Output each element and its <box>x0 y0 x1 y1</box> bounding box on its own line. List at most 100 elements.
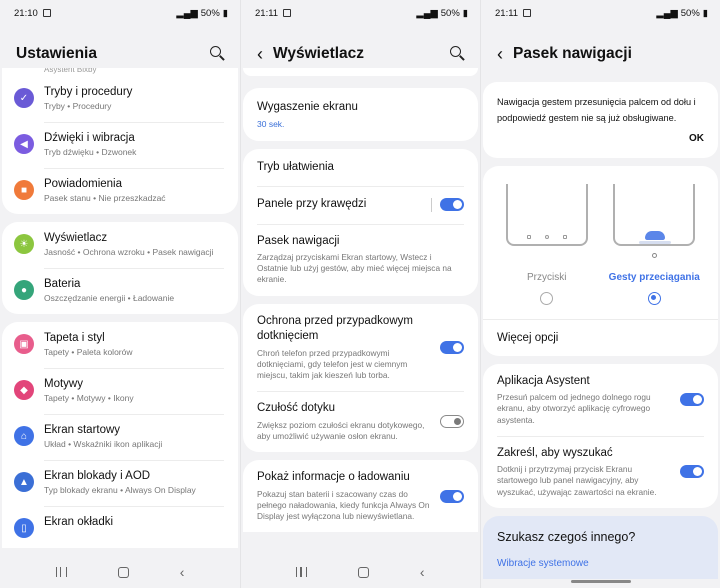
settings-item[interactable]: ◆ Motywy Tapety • Motywy • Ikony <box>2 368 238 414</box>
edge-panels-item[interactable]: Panele przy krawędzi <box>243 186 478 224</box>
gestures-preview[interactable] <box>613 183 696 258</box>
home-button[interactable] <box>358 566 370 578</box>
settings-item[interactable]: ▯ Ekran okładki <box>2 506 238 548</box>
battery-icon: ▮ <box>702 7 708 19</box>
more-options-item[interactable]: Więcej opcji <box>483 318 718 356</box>
battery-level: 50% <box>680 7 700 19</box>
item-title: Motywy <box>44 378 83 391</box>
battery-level: 50% <box>440 7 460 19</box>
assistant-app-toggle[interactable] <box>680 393 704 407</box>
status-bar: 21:10 ▂▄▆ 50% ▮ <box>0 0 240 26</box>
item-subtitle: Tryby • Procedury <box>44 101 112 111</box>
circle-to-search-item[interactable]: Zakreśl, aby wyszukać Dotknij i przytrzy… <box>483 435 718 508</box>
back-button[interactable]: ‹ <box>420 564 425 580</box>
display-group-4: Pokaż informacje o ładowaniu Pokazuj sta… <box>243 460 478 533</box>
item-subtitle: Pasek stanu • Nie przeszkadzać <box>44 193 166 204</box>
settings-group-2: ☀ Wyświetlacz Jasność • Ochrona wzroku • P… <box>2 222 238 315</box>
status-bar: 21:11 ▂▄▆ 50% ▮ <box>481 0 720 26</box>
signal-icon: ▂▄▆ <box>416 7 438 19</box>
battery-icon: ▮ <box>222 7 228 19</box>
nav-type-card: Przyciski Gesty przeciągania Więcej opcj… <box>483 165 718 356</box>
battery-icon: ● <box>14 280 34 301</box>
navigation-bar: ‹ <box>241 556 480 588</box>
touch-sensitivity-item[interactable]: Czułość dotyku Zwiększ poziom czułości e… <box>243 391 478 452</box>
home-icon <box>544 234 549 239</box>
signal-icon: ▂▄▆ <box>656 7 678 19</box>
divider <box>431 197 432 212</box>
gestures-radio[interactable] <box>647 291 661 305</box>
settings-item[interactable]: ■ Powiadomienia Pasek stanu • Nie przeszka… <box>2 168 238 214</box>
status-bar: 21:11 ▂▄▆ 50% ▮ <box>241 0 480 26</box>
display-group-3: Ochrona przed przypadkowym dotknięciem C… <box>243 303 478 453</box>
accidental-touch-item[interactable]: Ochrona przed przypadkowym dotknięciem C… <box>243 304 478 392</box>
search-icon <box>450 46 461 57</box>
circle-to-search-toggle[interactable] <box>680 465 704 479</box>
back-icon <box>562 234 567 239</box>
buttons-option[interactable]: Przyciski <box>497 272 597 305</box>
notice-text: Nawigacja gestem przesunięcia palcem od … <box>497 97 696 124</box>
charging-info-toggle[interactable] <box>440 489 464 503</box>
buttons-radio[interactable] <box>540 291 554 305</box>
recents-button[interactable] <box>55 567 67 577</box>
back-arrow-icon[interactable]: ‹ <box>257 44 263 65</box>
page-dot-icon <box>652 252 658 258</box>
item-title: Ekran blokady i AOD <box>44 470 151 483</box>
clipped-item: Asystent Bixby <box>44 68 97 74</box>
display-group-timeout: Wygaszenie ekranu 30 sek. <box>243 88 478 141</box>
settings-item[interactable]: ▲ Ekran blokady i AOD Typ blokady ekranu •… <box>2 460 238 506</box>
buttons-preview[interactable] <box>505 183 588 246</box>
item-title: Tapeta i styl <box>44 332 105 345</box>
gestures-option[interactable]: Gesty przeciągania <box>604 272 704 305</box>
home-button[interactable] <box>117 566 129 578</box>
recents-button[interactable] <box>296 567 308 577</box>
gesture-features-card: Aplikacja Asystent Przesuń palcem od jed… <box>483 363 718 508</box>
edge-panels-toggle[interactable] <box>440 198 464 212</box>
item-title: Zakreśl, aby wyszukać <box>497 446 613 459</box>
page-title: Pasek nawigacji <box>513 45 632 62</box>
item-title: Pasek nawigacji <box>257 234 340 247</box>
notifications-icon: ■ <box>14 180 34 201</box>
battery-icon: ▮ <box>462 7 468 19</box>
search-button[interactable] <box>210 46 226 62</box>
item-title: Aplikacja Asystent <box>497 374 590 387</box>
settings-item[interactable]: ◀ Dźwięki i wibracja Tryb dźwięku • Dzwone… <box>2 122 238 168</box>
lock-screen-icon: ▲ <box>14 472 34 493</box>
accidental-touch-toggle[interactable] <box>440 340 464 354</box>
settings-item[interactable]: ✓ Tryby i procedury Tryby • Procedury <box>2 76 238 122</box>
navigation-bar-screen: 21:11 ▂▄▆ 50% ▮ ‹ Pasek nawigacji Nawigacj… <box>480 0 720 588</box>
settings-item[interactable]: ● Bateria Oszczędzanie energii • Ładowanie <box>2 268 238 314</box>
settings-item[interactable]: ⌂ Ekran startowy Układ • Wskaźniki ikon ap… <box>2 414 238 460</box>
item-subtitle: Układ • Wskaźniki ikon aplikacji <box>44 439 163 450</box>
settings-list[interactable]: Asystent Bixby ✓ Tryby i procedury Tryby •… <box>0 68 240 549</box>
assistant-app-item[interactable]: Aplikacja Asystent Przesuń palcem od jed… <box>483 364 718 436</box>
item-description: Zarządzaj przyciskami Ekran startowy, Ws… <box>257 252 452 285</box>
back-arrow-icon[interactable]: ‹ <box>497 44 503 65</box>
notification-icon <box>42 9 51 17</box>
item-title: Wygaszenie ekranu <box>257 101 358 113</box>
gesture-handle[interactable] <box>571 580 631 583</box>
item-description: Zwiększ poziom czułości ekranu dotykoweg… <box>257 419 425 441</box>
navigation-bar-item[interactable]: Pasek nawigacji Zarządzaj przyciskami Ek… <box>243 223 478 296</box>
item-title: Wyświetlacz <box>44 232 108 245</box>
settings-item[interactable]: ▣ Tapeta i styl Tapety • Paleta kolorów <box>2 322 238 368</box>
recents-icon <box>526 234 531 239</box>
settings-group-1: Asystent Bixby ✓ Tryby i procedury Tryby •… <box>2 68 238 215</box>
easy-mode-item[interactable]: Tryb ułatwienia <box>243 149 478 187</box>
ok-button[interactable]: OK <box>497 130 704 148</box>
charging-info-item[interactable]: Pokaż informacje o ładowaniu Pokazuj sta… <box>243 460 478 532</box>
back-button[interactable]: ‹ <box>180 564 185 580</box>
display-group-2: Tryb ułatwienia Panele przy krawędzi Pas… <box>243 148 478 296</box>
touch-sensitivity-toggle[interactable] <box>440 415 464 429</box>
system-vibration-link[interactable]: Wibracje systemowe <box>497 558 704 569</box>
page-title: Wyświetlacz <box>273 45 365 62</box>
wallpaper-icon: ▣ <box>14 334 34 355</box>
item-subtitle: Typ blokady ekranu • Always On Display <box>44 485 196 496</box>
option-label: Gesty przeciągania <box>608 271 700 283</box>
settings-item[interactable]: ☀ Wyświetlacz Jasność • Ochrona wzroku • P… <box>2 222 238 268</box>
item-title: Powiadomienia <box>44 178 122 191</box>
gesture-hint-icon <box>639 230 672 244</box>
settings-screen: 21:10 ▂▄▆ 50% ▮ Ustawienia Asystent Bixby … <box>0 0 240 588</box>
screen-timeout-item[interactable]: Wygaszenie ekranu 30 sek. <box>243 88 478 141</box>
search-button[interactable] <box>450 46 466 62</box>
item-title: Tryb ułatwienia <box>257 160 334 173</box>
